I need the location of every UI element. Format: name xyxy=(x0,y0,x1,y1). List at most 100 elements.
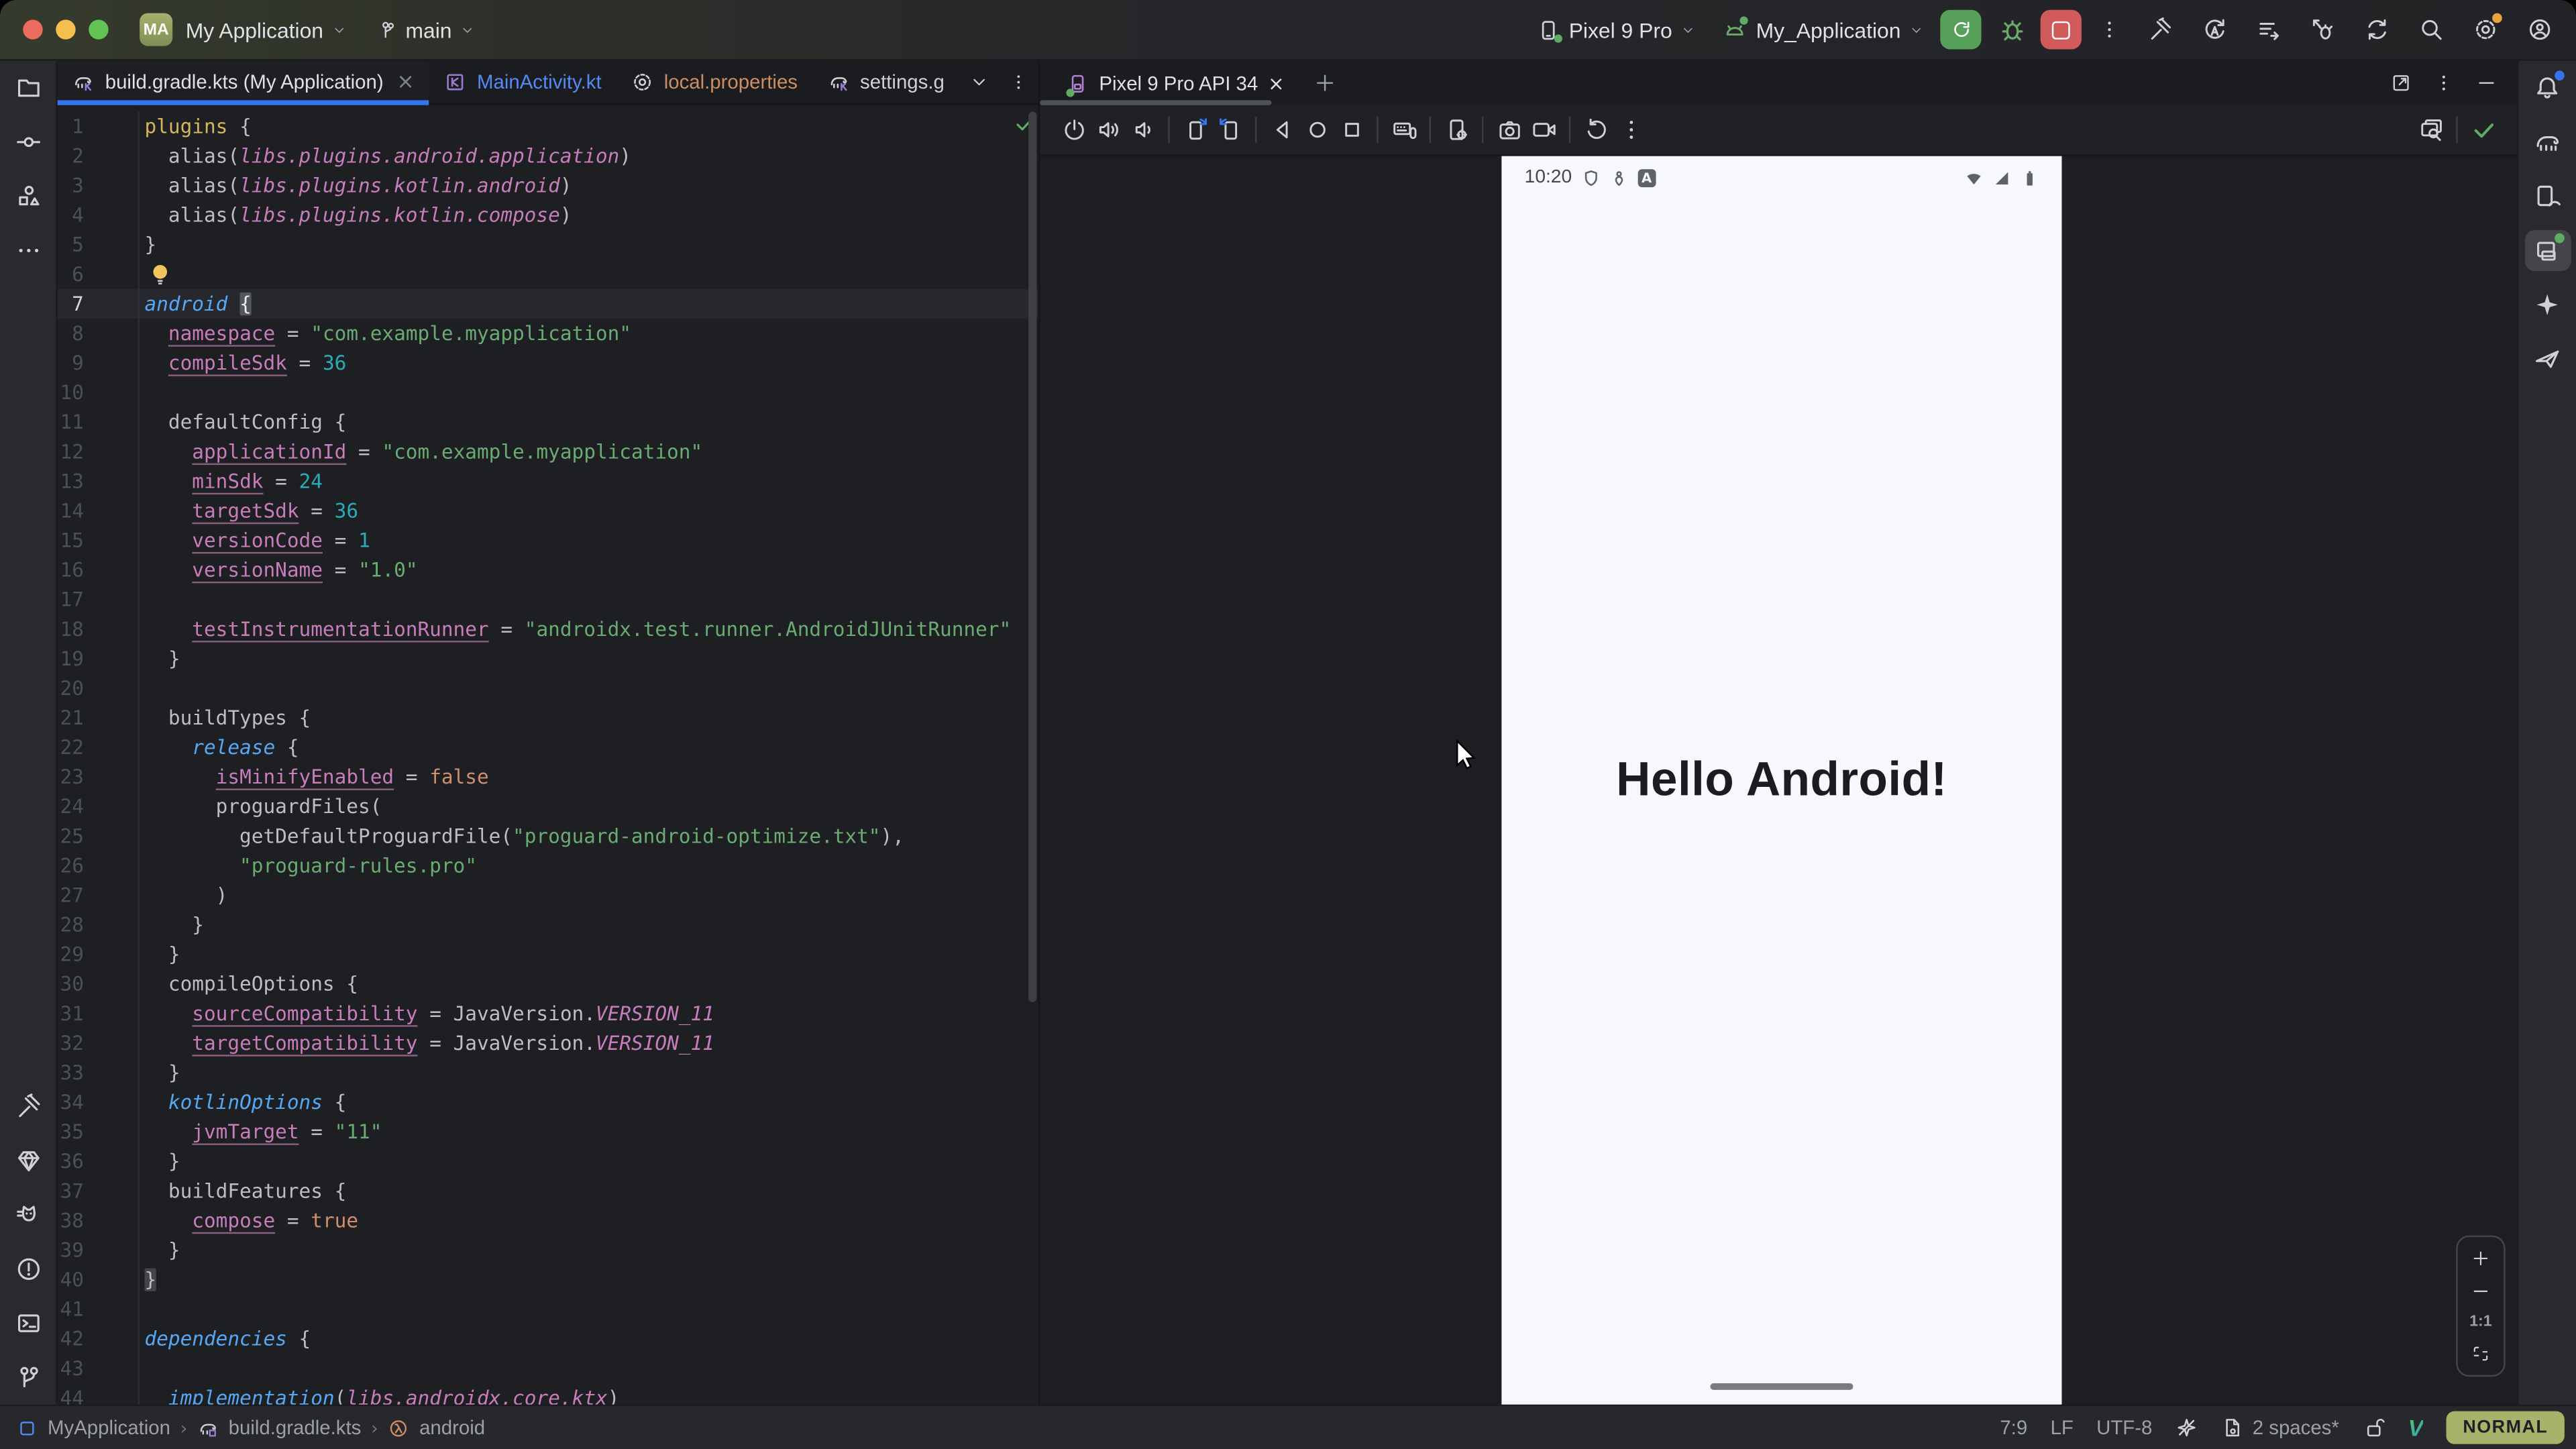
tool-button-build[interactable] xyxy=(5,1079,51,1134)
tool-button-terminal[interactable] xyxy=(5,1296,51,1350)
caret-position[interactable]: 7:9 xyxy=(2000,1416,2027,1439)
tool-button-notifications[interactable] xyxy=(2524,61,2571,115)
breadcrumb-item[interactable]: MyApplication xyxy=(48,1416,170,1439)
code-line-5[interactable]: 5} xyxy=(58,230,1038,260)
line-number[interactable]: 34 xyxy=(58,1087,140,1117)
branch-selector[interactable]: main xyxy=(376,17,474,42)
screenshot-zoom-icon[interactable] xyxy=(2418,117,2444,143)
line-number[interactable]: 38 xyxy=(58,1206,140,1236)
code-line-41[interactable]: 41 xyxy=(58,1295,1038,1324)
line-number[interactable]: 23 xyxy=(58,762,140,792)
line-number[interactable]: 44 xyxy=(58,1383,140,1405)
line-number[interactable]: 26 xyxy=(58,851,140,881)
intention-lightbulb-icon[interactable] xyxy=(150,263,171,286)
gesture-nav-handle[interactable] xyxy=(1710,1383,1853,1390)
tool-button-version-control[interactable] xyxy=(5,1350,51,1405)
search-everywhere-icon[interactable] xyxy=(2418,16,2445,42)
line-number[interactable]: 9 xyxy=(58,348,140,378)
line-number[interactable]: 6 xyxy=(58,260,140,289)
code-line-25[interactable]: 25 getDefaultProguardFile("proguard-andr… xyxy=(58,821,1038,851)
line-number[interactable]: 19 xyxy=(58,644,140,674)
line-number[interactable]: 15 xyxy=(58,526,140,555)
line-number[interactable]: 40 xyxy=(58,1265,140,1295)
device-screen[interactable]: 10:20 A Hello Android! xyxy=(1501,156,2061,1405)
zoom-out-icon[interactable] xyxy=(2471,1281,2490,1301)
breadcrumb-item[interactable]: build.gradle.kts xyxy=(229,1416,362,1439)
code-line-36[interactable]: 36 } xyxy=(58,1146,1038,1176)
more-icon[interactable] xyxy=(1617,117,1644,143)
code-line-31[interactable]: 31 sourceCompatibility = JavaVersion.VER… xyxy=(58,999,1038,1028)
project-selector[interactable]: My Application xyxy=(186,17,347,42)
chevron-down-icon[interactable] xyxy=(969,72,989,92)
apply-code-changes-icon[interactable] xyxy=(2255,16,2282,42)
unlocked-icon[interactable] xyxy=(2362,1416,2385,1439)
hide-panel-icon[interactable] xyxy=(2476,72,2498,94)
device-settings-icon[interactable] xyxy=(1443,117,1469,143)
rotate-right-icon[interactable] xyxy=(1216,117,1242,143)
line-number[interactable]: 16 xyxy=(58,555,140,585)
code-line-16[interactable]: 16 versionName = "1.0" xyxy=(58,555,1038,585)
volume-up-icon[interactable] xyxy=(1095,117,1121,143)
line-number[interactable]: 43 xyxy=(58,1354,140,1383)
code-line-10[interactable]: 10 xyxy=(58,378,1038,407)
tool-button-commit[interactable] xyxy=(5,115,51,169)
tool-button-device-manager[interactable] xyxy=(2524,169,2571,223)
line-number[interactable]: 41 xyxy=(58,1295,140,1324)
line-number[interactable]: 21 xyxy=(58,703,140,733)
editor-tab-3[interactable]: settings.g xyxy=(812,61,959,104)
profile-icon[interactable] xyxy=(2527,16,2553,42)
editor-vertical-scrollbar[interactable] xyxy=(1028,112,1036,1002)
line-number[interactable]: 29 xyxy=(58,940,140,969)
code-line-28[interactable]: 28 } xyxy=(58,910,1038,940)
open-in-window-icon[interactable] xyxy=(2390,72,2412,94)
tool-button-paper-plane[interactable] xyxy=(2524,332,2571,386)
apply-changes-icon[interactable] xyxy=(2202,16,2228,42)
code-line-35[interactable]: 35 jvmTarget = "11" xyxy=(58,1117,1038,1146)
close-window-button[interactable] xyxy=(23,19,42,39)
code-line-32[interactable]: 32 targetCompatibility = JavaVersion.VER… xyxy=(58,1028,1038,1058)
editor-tab-2[interactable]: local.properties xyxy=(616,61,812,104)
tool-button-logcat[interactable] xyxy=(5,1188,51,1242)
code-line-6[interactable]: 6 xyxy=(58,260,1038,289)
code-line-29[interactable]: 29 } xyxy=(58,940,1038,969)
line-number[interactable]: 42 xyxy=(58,1324,140,1354)
line-number[interactable]: 33 xyxy=(58,1058,140,1087)
line-number[interactable]: 35 xyxy=(58,1117,140,1146)
tab-list-kebab-icon[interactable] xyxy=(1008,72,1028,92)
code-line-42[interactable]: 42dependencies { xyxy=(58,1324,1038,1354)
code-line-27[interactable]: 27 ) xyxy=(58,881,1038,910)
line-number[interactable]: 3 xyxy=(58,171,140,201)
editor-tab-0[interactable]: build.gradle.kts (My Application)× xyxy=(58,61,429,104)
line-ending[interactable]: LF xyxy=(2050,1416,2073,1439)
zoom-in-icon[interactable] xyxy=(2471,1249,2490,1269)
line-number[interactable]: 39 xyxy=(58,1236,140,1265)
code-line-23[interactable]: 23 isMinifyEnabled = false xyxy=(58,762,1038,792)
back-icon[interactable] xyxy=(1269,117,1295,143)
file-encoding[interactable]: UTF-8 xyxy=(2096,1416,2152,1439)
tool-button-more-tools[interactable] xyxy=(5,223,51,278)
code-line-43[interactable]: 43 xyxy=(58,1354,1038,1383)
code-line-4[interactable]: 4 alias(libs.plugins.kotlin.compose) xyxy=(58,201,1038,230)
rerun-button[interactable] xyxy=(1940,10,1981,50)
rotate-left-icon[interactable] xyxy=(1182,117,1208,143)
code-line-18[interactable]: 18 testInstrumentationRunner = "androidx… xyxy=(58,614,1038,644)
code-line-15[interactable]: 15 versionCode = 1 xyxy=(58,526,1038,555)
home-icon[interactable] xyxy=(1303,117,1330,143)
tool-button-app-insights-gem[interactable] xyxy=(5,1134,51,1188)
line-number[interactable]: 12 xyxy=(58,437,140,466)
code-line-40[interactable]: 40} xyxy=(58,1265,1038,1295)
sync-project-icon[interactable] xyxy=(2364,16,2390,42)
line-number[interactable]: 22 xyxy=(58,733,140,762)
snapshot-reset-icon[interactable] xyxy=(1583,117,1609,143)
tool-button-gradle[interactable] xyxy=(2524,115,2571,169)
code-line-39[interactable]: 39 } xyxy=(58,1236,1038,1265)
indent-setting[interactable]: 2 spaces* xyxy=(2221,1416,2339,1439)
code-line-13[interactable]: 13 minSdk = 24 xyxy=(58,467,1038,496)
minimize-window-button[interactable] xyxy=(56,19,75,39)
code-line-21[interactable]: 21 buildTypes { xyxy=(58,703,1038,733)
code-line-1[interactable]: 1plugins { xyxy=(58,112,1038,142)
code-line-37[interactable]: 37 buildFeatures { xyxy=(58,1176,1038,1205)
device-tab[interactable]: Pixel 9 Pro API 34 × xyxy=(1040,61,1297,105)
line-number[interactable]: 1 xyxy=(58,112,140,142)
zoom-window-button[interactable] xyxy=(89,19,108,39)
